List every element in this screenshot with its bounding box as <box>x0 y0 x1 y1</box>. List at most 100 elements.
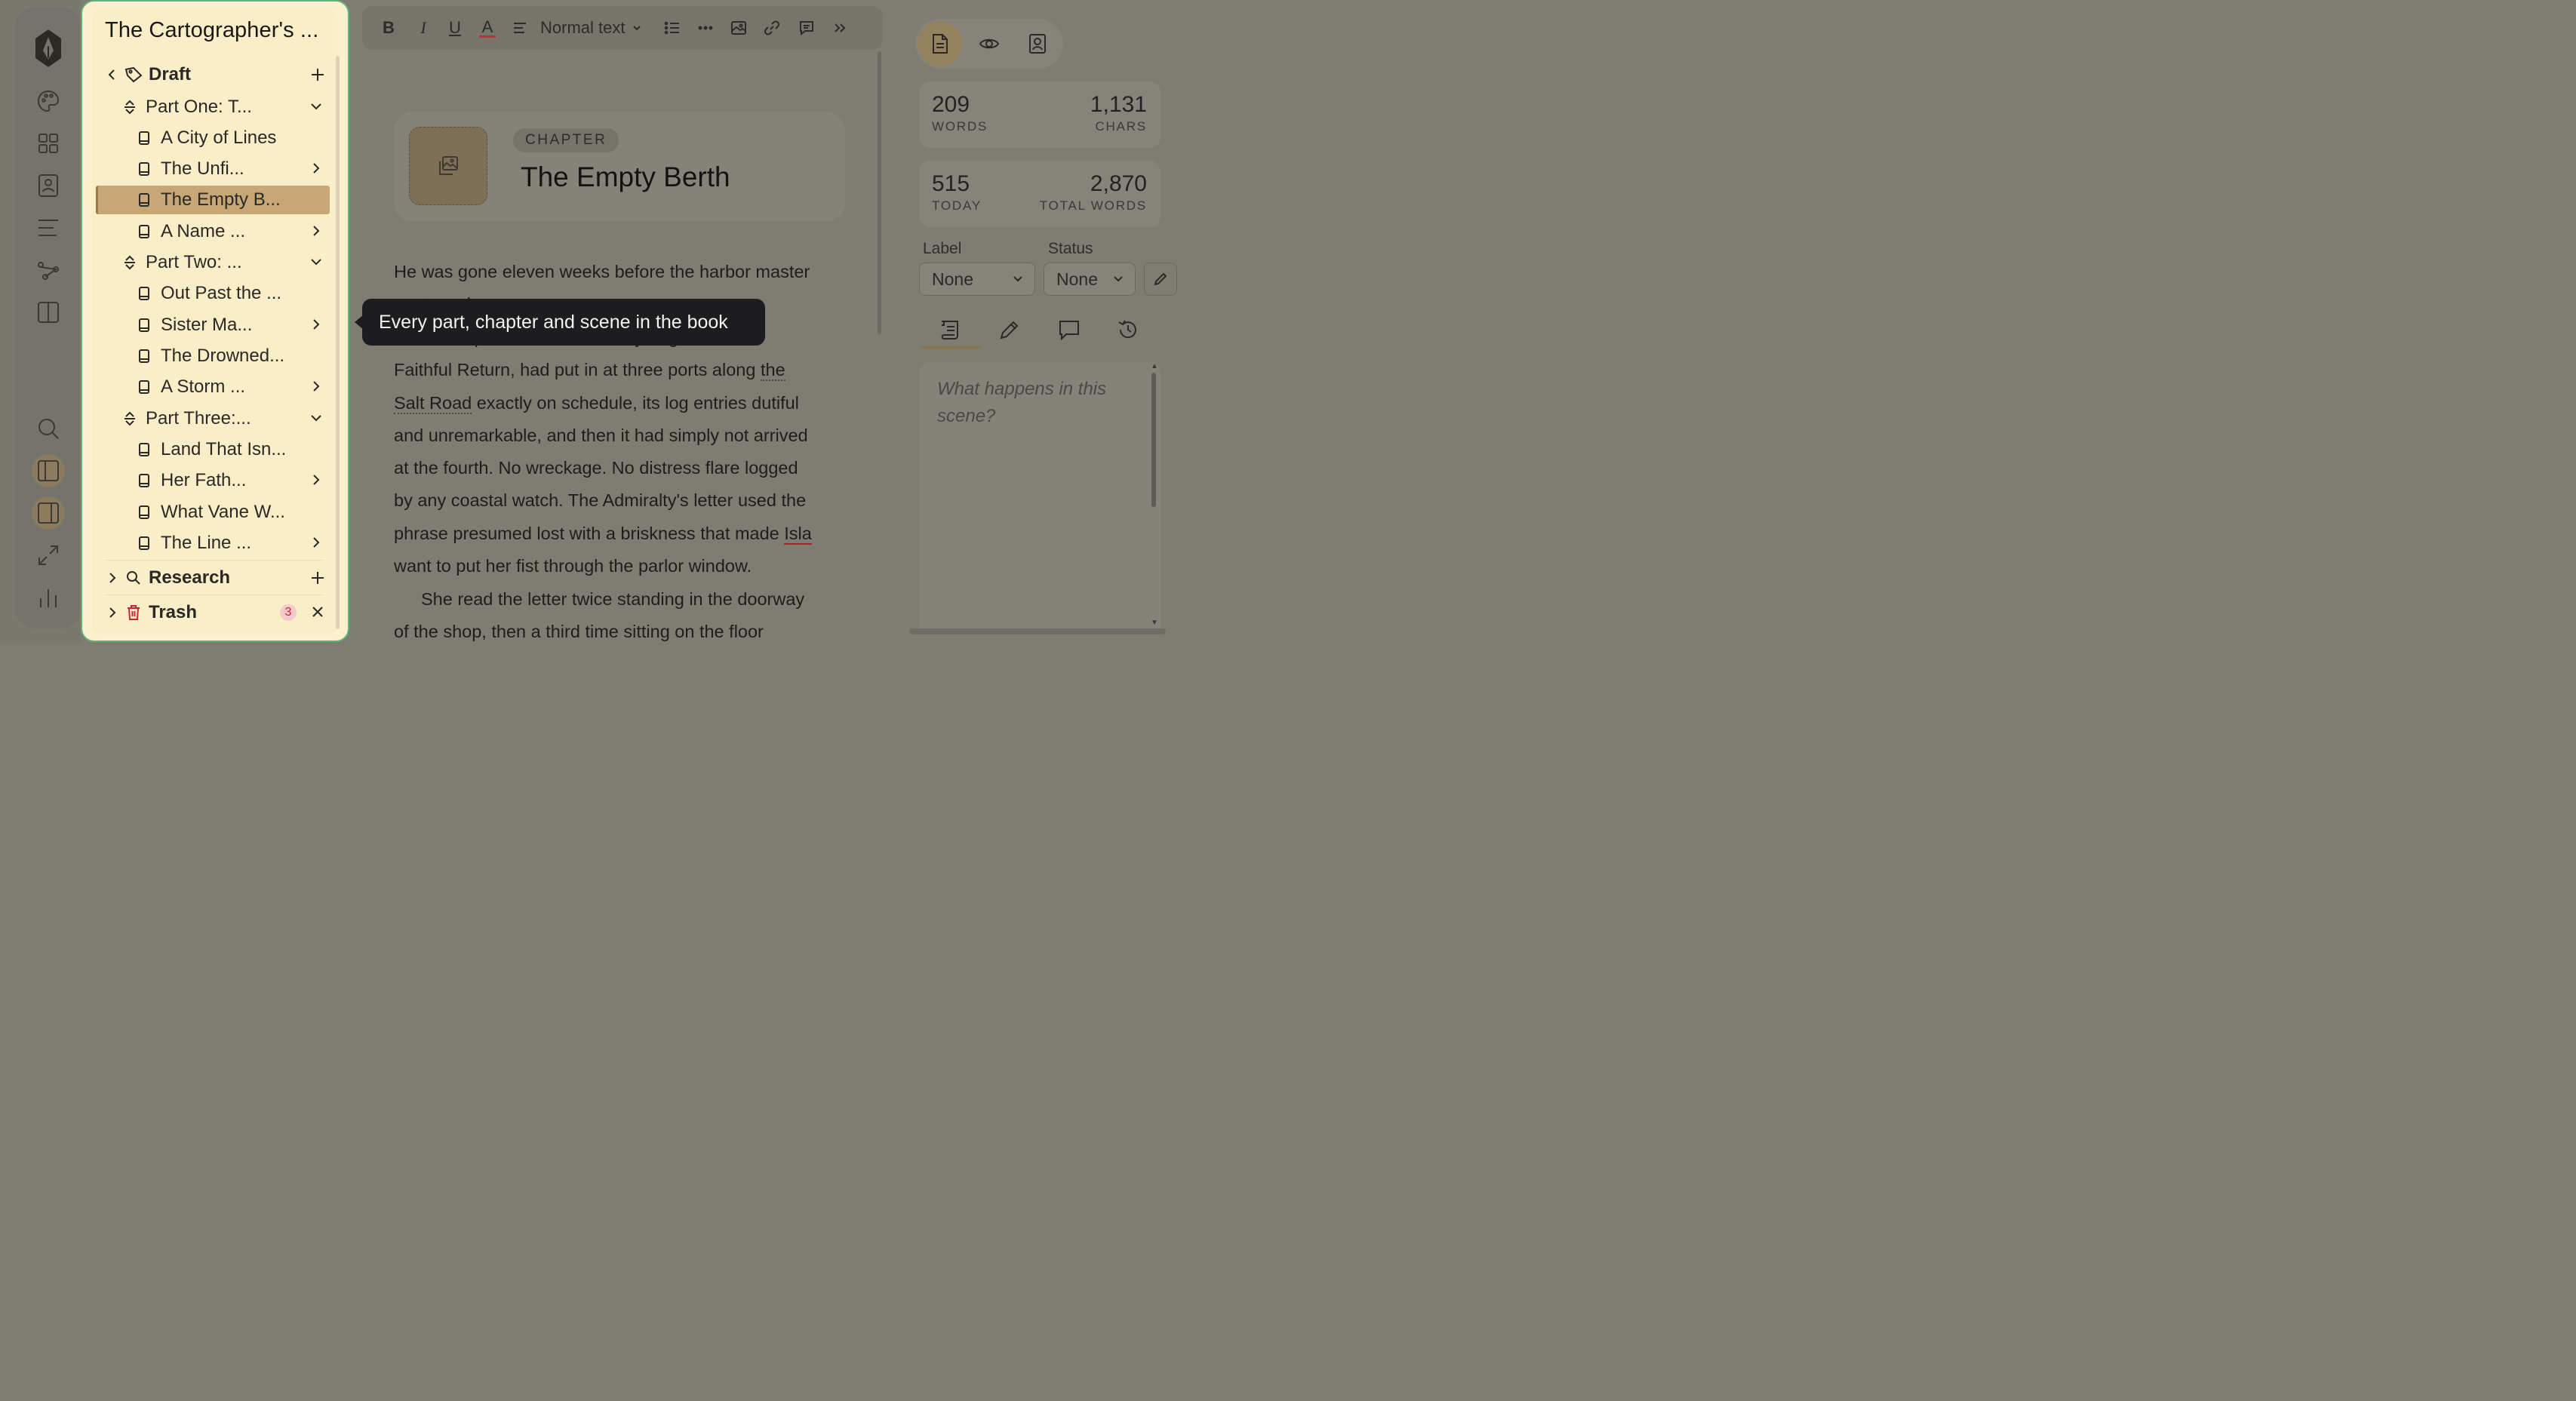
expand-chevron-icon[interactable] <box>108 607 117 619</box>
text-color-button[interactable]: A <box>478 17 497 39</box>
character-card-icon[interactable] <box>29 169 68 202</box>
character-mode-button[interactable] <box>1015 21 1060 66</box>
binder-chapter-row[interactable]: A Name ... <box>96 217 331 246</box>
toggle-right-panel-icon[interactable] <box>32 496 65 530</box>
chevron-down-icon[interactable] <box>310 256 322 268</box>
split-view-icon[interactable] <box>29 296 68 329</box>
stats-icon[interactable] <box>29 581 68 614</box>
binder-chapter-row[interactable]: The Drowned... <box>96 342 331 370</box>
chapter-title[interactable]: The Empty Berth <box>521 161 730 193</box>
binder-chapter-row[interactable]: Her Fath... <box>96 466 331 495</box>
tab-notes[interactable] <box>979 311 1040 349</box>
status-field-title: Status <box>1048 240 1093 257</box>
palette-icon[interactable] <box>29 84 68 118</box>
body-paragraph[interactable]: His ship, a converted survey brig called… <box>394 321 847 582</box>
tab-history[interactable] <box>1098 311 1158 349</box>
binder-item-label: Part One: T... <box>146 97 252 117</box>
binder-item-label: Out Past the ... <box>161 283 282 303</box>
status-select[interactable]: None <box>1044 263 1136 296</box>
label-select[interactable]: None <box>919 263 1035 296</box>
binder-item-label: The Line ... <box>161 533 252 553</box>
text-line: Salt Road exactly on schedule, its log e… <box>394 387 847 419</box>
binder-chapter-row[interactable]: The Line ... <box>96 529 331 558</box>
binder-part-row[interactable]: Part Two: ... <box>96 248 331 277</box>
empty-trash-icon[interactable] <box>312 606 324 618</box>
outline-icon[interactable] <box>29 211 68 244</box>
annotated-term[interactable]: the <box>760 360 785 382</box>
binder-chapter-row[interactable]: Sister Ma... <box>96 311 331 339</box>
chevron-down-icon[interactable] <box>310 100 322 112</box>
binder-trash-row[interactable]: Trash 3 <box>96 598 331 627</box>
fullscreen-icon[interactable] <box>29 539 68 572</box>
tab-synopsis[interactable] <box>921 311 981 349</box>
add-to-draft-icon[interactable] <box>310 67 325 82</box>
expand-toolbar-icon[interactable] <box>830 17 850 39</box>
inspector-bottom-scrollbar[interactable] <box>909 628 1166 634</box>
document-icon <box>933 34 948 54</box>
chevron-right-icon[interactable] <box>310 380 322 392</box>
expand-chevron-icon[interactable] <box>108 572 117 584</box>
binder-chapter-row[interactable]: A Storm ... <box>96 373 331 401</box>
chevron-right-icon[interactable] <box>310 225 322 237</box>
comment-icon[interactable] <box>797 17 816 39</box>
status-value: None <box>1056 269 1098 289</box>
binder-chapter-row[interactable]: What Vane W... <box>96 498 331 527</box>
scroll-up-icon[interactable]: ▲ <box>1150 362 1159 370</box>
text-line: She read the letter twice standing in th… <box>421 589 805 609</box>
history-icon <box>1118 320 1136 339</box>
align-icon[interactable] <box>510 17 530 39</box>
binder-chapter-row[interactable]: Out Past the ... <box>96 279 331 308</box>
link-icon[interactable] <box>762 17 782 39</box>
more-options-icon[interactable] <box>696 17 715 39</box>
binder-chapter-row[interactable]: Land That Isn... <box>96 435 331 464</box>
binder-part-row[interactable]: Part Three:... <box>96 404 331 433</box>
image-icon[interactable] <box>729 17 749 39</box>
spellcheck-flagged-word[interactable]: Isla <box>784 523 812 545</box>
synopsis-scrollbar[interactable] <box>1151 373 1156 507</box>
timeline-icon[interactable] <box>29 253 68 287</box>
bold-button[interactable]: B <box>379 17 398 39</box>
bullet-list-icon[interactable] <box>662 17 682 39</box>
binder-item-label: A Name ... <box>161 221 246 241</box>
inspector-mode-switch <box>915 19 1063 69</box>
binder-draft-row[interactable]: Draft <box>96 60 331 89</box>
book-icon <box>138 161 150 177</box>
preview-mode-button[interactable] <box>967 21 1012 66</box>
book-icon <box>138 286 150 301</box>
paragraph-style-select[interactable]: Normal text <box>540 17 653 39</box>
chapter-header-card: CHAPTER The Empty Berth <box>394 112 845 222</box>
add-cover-image-button[interactable] <box>409 127 487 205</box>
binder-chapter-row[interactable]: The Unfi... <box>96 155 331 183</box>
tab-comments[interactable] <box>1039 311 1099 349</box>
research-label: Research <box>149 567 231 588</box>
underline-button[interactable]: U <box>445 17 465 39</box>
active-tab-indicator <box>921 346 981 349</box>
collapse-chevron-icon[interactable] <box>106 68 117 81</box>
toggle-left-panel-icon[interactable] <box>32 454 65 487</box>
app-logo-icon <box>29 27 68 69</box>
chevron-down-icon[interactable] <box>310 412 322 424</box>
edit-labels-button[interactable] <box>1144 263 1177 296</box>
chevron-right-icon[interactable] <box>310 162 322 174</box>
chevron-right-icon[interactable] <box>310 536 322 548</box>
annotated-term[interactable]: Salt Road <box>394 392 472 414</box>
italic-button[interactable]: I <box>413 17 433 39</box>
binder-chapter-row[interactable]: A City of Lines <box>96 124 331 152</box>
binder-part-row[interactable]: Part One: T... <box>96 93 331 121</box>
synopsis-editor[interactable]: What happens in this scene? <box>919 362 1160 631</box>
binder-item-label: Sister Ma... <box>161 315 253 335</box>
editor-scrollbar[interactable] <box>878 51 881 334</box>
binder-scrollbar[interactable] <box>336 56 340 629</box>
chevron-right-icon[interactable] <box>310 318 322 330</box>
document-mode-button[interactable] <box>918 21 963 66</box>
body-paragraph[interactable]: She read the letter twice standing in th… <box>394 583 847 649</box>
scroll-down-icon[interactable]: ▼ <box>1150 619 1159 627</box>
chevron-right-icon[interactable] <box>310 474 322 486</box>
binder-research-row[interactable]: Research <box>96 564 331 592</box>
draft-label: Draft <box>149 64 192 84</box>
grid-icon[interactable] <box>29 127 68 160</box>
search-icon[interactable] <box>29 412 68 445</box>
text-line: phrase presumed lost with a briskness th… <box>394 518 847 550</box>
add-research-icon[interactable] <box>310 570 325 585</box>
binder-chapter-row-selected[interactable]: The Empty B... <box>96 186 330 214</box>
